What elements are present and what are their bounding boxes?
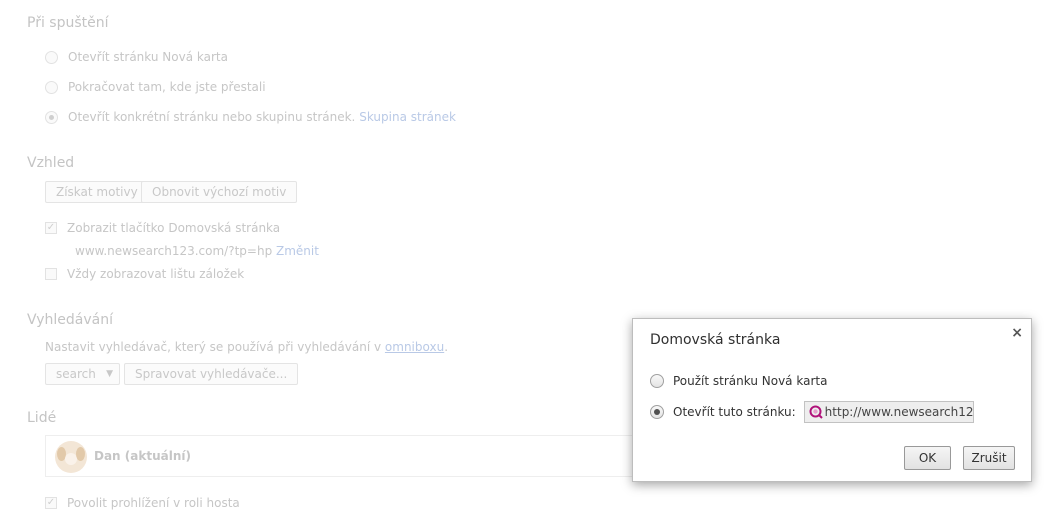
checkbox[interactable] [45,268,57,280]
section-title-appearance: Vzhled [27,155,75,171]
radio-button[interactable] [45,80,58,94]
show-bookmarks-bar-option[interactable]: Vždy zobrazovat lištu záložek [45,267,244,281]
home-url-text: www.newsearch123.com/?tp=hp [75,244,273,258]
option-use-new-tab[interactable]: Použít stránku Nová karta [650,374,827,388]
cancel-button[interactable]: Zrušit [963,446,1015,470]
user-name: Dan (aktuální) [94,449,191,463]
home-url-input[interactable]: http://www.newsearch123.com/?tp=hp [803,401,974,423]
show-home-button-option[interactable]: ✓ Zobrazit tlačítko Domovská stránka [45,221,280,235]
dialog-title: Domovská stránka [650,332,781,348]
search-description-text: Nastavit vyhledávač, který se používá př… [45,340,382,354]
search-engine-value: search [56,367,96,381]
reset-theme-button[interactable]: Obnovit výchozí motiv [141,181,298,203]
search-description: Nastavit vyhledávač, který se používá př… [45,340,448,354]
search-favicon-icon [809,405,823,419]
startup-option-label: Otevřít konkrétní stránku nebo skupinu s… [68,110,356,124]
option-open-page-label: Otevřít tuto stránku: [673,405,796,419]
guest-browsing-label: Povolit prohlížení v roli hosta [67,496,240,510]
get-themes-button[interactable]: Získat motivy [45,181,149,203]
manage-search-engines-button[interactable]: Spravovat vyhledávače... [124,363,299,385]
search-engine-select[interactable]: search ▼ [45,363,120,385]
option-use-new-tab-label: Použít stránku Nová karta [673,374,828,388]
show-bookmarks-bar-label: Vždy zobrazovat lištu záložek [67,267,245,281]
radio-button[interactable] [650,374,664,388]
section-title-search: Vyhledávání [27,312,113,328]
startup-option-new-tab[interactable]: Otevřít stránku Nová karta [45,50,228,64]
show-home-button-label: Zobrazit tlačítko Domovská stránka [67,221,281,235]
section-title-people: Lidé [27,410,57,426]
change-home-link[interactable]: Změnit [276,244,319,258]
startup-option-label: Otevřít stránku Nová karta [68,50,228,64]
startup-option-label: Pokračovat tam, kde jste přestali [68,80,266,94]
search-description-period: . [444,340,449,354]
radio-button[interactable] [45,50,58,64]
set-pages-link[interactable]: Skupina stránek [359,110,456,124]
home-url-row: www.newsearch123.com/?tp=hp Změnit [75,244,319,258]
radio-button-selected[interactable] [650,405,664,419]
people-list[interactable]: Dan (aktuální) [45,435,685,477]
section-title-startup: Při spuštění [27,15,109,31]
checkbox-checked[interactable]: ✓ [45,222,57,234]
guest-browsing-option[interactable]: ✓ Povolit prohlížení v roli hosta [45,496,240,510]
close-icon[interactable]: × [1011,325,1023,341]
chevron-down-icon: ▼ [106,369,113,379]
home-page-dialog: Domovská stránka × Použít stránku Nová k… [632,318,1032,482]
avatar [55,441,87,473]
omnibox-link[interactable]: omniboxu [385,340,444,354]
checkbox-checked[interactable]: ✓ [45,497,57,509]
startup-option-continue[interactable]: Pokračovat tam, kde jste přestali [45,80,266,94]
radio-button-selected[interactable] [45,110,58,124]
ok-button[interactable]: OK [904,446,951,470]
startup-option-specific-pages[interactable]: Otevřít konkrétní stránku nebo skupinu s… [45,110,456,124]
home-url-value: http://www.newsearch123.com/?tp=hp [824,405,973,419]
option-open-page[interactable]: Otevřít tuto stránku: http://www.newsear… [650,401,974,423]
